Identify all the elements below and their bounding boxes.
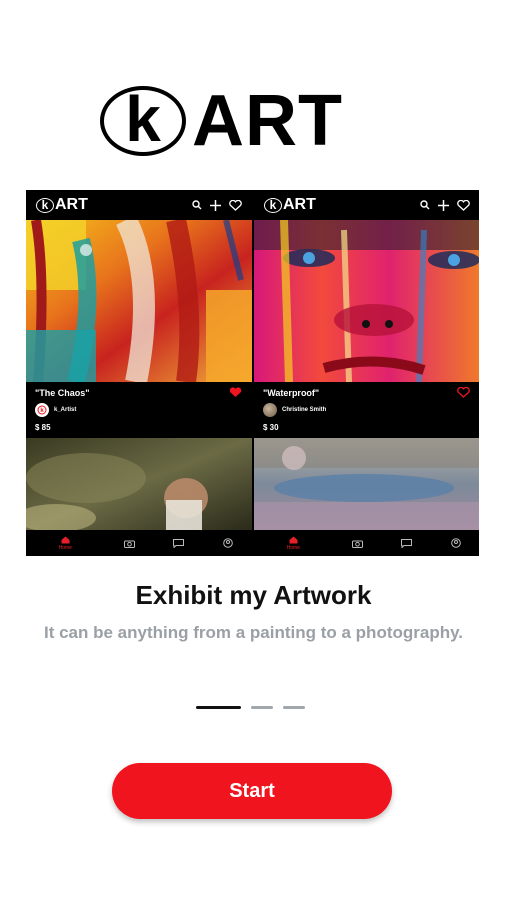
- tab-home: Home: [45, 536, 85, 551]
- page-indicator: [196, 706, 305, 709]
- search-icon: [192, 200, 202, 210]
- page-dot-1[interactable]: [196, 706, 241, 709]
- page-dot-3[interactable]: [283, 706, 305, 709]
- logo-text: ART: [192, 81, 343, 161]
- heart-filled-icon: [229, 387, 242, 397]
- artwork-title: "The Chaos": [35, 388, 90, 398]
- artwork-the-chaos: [26, 220, 252, 382]
- heart-outline-icon: [229, 199, 242, 211]
- camera-icon: [351, 540, 363, 548]
- artist-row: k k_Artist: [35, 403, 76, 417]
- onboarding-headline: Exhibit my Artwork: [135, 580, 372, 610]
- heart-outline-icon: [457, 387, 470, 398]
- preview-tab-bar: Home: [254, 530, 479, 556]
- profile-icon: [222, 538, 233, 548]
- artwork-girl-painting: [26, 438, 252, 530]
- preview-logo: k ART: [264, 196, 316, 214]
- artwork-waterproof: [254, 220, 479, 382]
- preview-header-icons: [192, 199, 242, 211]
- profile-icon: [450, 538, 461, 548]
- onboarding-screen: k ART k ART "The Chaos" k k_Artist $ 85 …: [0, 0, 507, 900]
- app-logo: k ART: [100, 84, 390, 158]
- artwork-price: $ 85: [35, 423, 51, 432]
- home-icon: [61, 536, 70, 543]
- artist-name: k_Artist: [54, 407, 77, 413]
- chat-icon: [401, 538, 413, 548]
- artwork-card-info: "Waterproof" Christine Smith $ 30: [254, 382, 479, 438]
- preview-header: k ART: [26, 190, 252, 220]
- onboarding-subtitle: It can be anything from a painting to a …: [43, 623, 464, 642]
- plus-icon: [438, 199, 449, 211]
- preview-header-icons: [420, 199, 470, 211]
- avatar: k: [35, 403, 49, 417]
- home-icon: [289, 536, 298, 543]
- artwork-card-info: "The Chaos" k k_Artist $ 85: [26, 382, 252, 438]
- app-preview-image: k ART "The Chaos" k k_Artist $ 85 Home k…: [26, 190, 479, 556]
- artwork-price: $ 30: [263, 423, 279, 432]
- artwork-landscape-painting: [254, 438, 479, 530]
- plus-icon: [210, 199, 221, 211]
- camera-icon: [123, 540, 135, 548]
- artist-name: Christine Smith: [282, 407, 327, 413]
- heart-outline-icon: [457, 199, 470, 211]
- logo-letter: k: [125, 83, 161, 155]
- preview-logo: k ART: [36, 196, 88, 214]
- preview-header: k ART: [254, 190, 479, 220]
- chat-icon: [173, 538, 185, 548]
- artwork-title: "Waterproof": [263, 388, 320, 398]
- page-dot-2[interactable]: [251, 706, 273, 709]
- preview-pane-right: k ART "Waterproof" Christine Smith $ 30 …: [254, 190, 479, 556]
- search-icon: [420, 200, 430, 210]
- start-button[interactable]: Start: [112, 763, 392, 819]
- tab-home: Home: [273, 536, 313, 551]
- artist-row: Christine Smith: [263, 403, 326, 417]
- avatar: [263, 403, 277, 417]
- logo-circle: k: [100, 86, 186, 156]
- preview-tab-bar: Home: [26, 530, 252, 556]
- preview-pane-left: k ART "The Chaos" k k_Artist $ 85 Home: [26, 190, 252, 556]
